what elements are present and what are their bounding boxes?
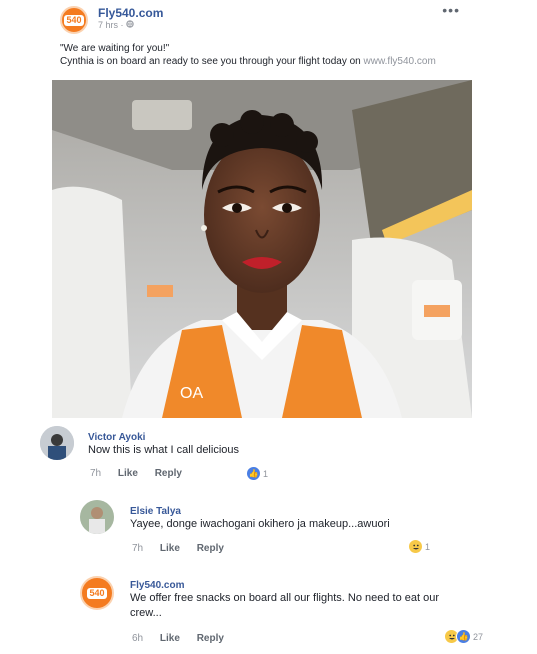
comment-bubble: Victor Ayoki Now this is what I call del… xyxy=(88,432,239,458)
like-button[interactable]: Like xyxy=(160,543,180,554)
reply-button[interactable]: Reply xyxy=(197,633,224,644)
post-link[interactable]: www.fly540.com xyxy=(364,56,436,67)
post-time[interactable]: 7 hrs xyxy=(98,20,118,30)
globe-icon xyxy=(126,20,134,30)
post-meta: 7 hrs · xyxy=(98,20,134,30)
like-button[interactable]: Like xyxy=(160,633,180,644)
reaction-summary[interactable]: 👍 1 xyxy=(246,466,268,481)
reaction-count: 1 xyxy=(263,468,269,479)
comment-bubble: Elsie Talya Yayee, donge iwachogani okih… xyxy=(130,506,390,532)
reaction-count: 1 xyxy=(425,541,431,552)
page-name[interactable]: Fly540.com xyxy=(98,6,163,20)
svg-text:OA: OA xyxy=(180,385,203,402)
like-button[interactable]: Like xyxy=(118,468,138,479)
fly540-logo-text: 540 xyxy=(64,14,84,26)
comment-time[interactable]: 7h xyxy=(90,468,101,479)
commenter-avatar[interactable] xyxy=(80,500,114,534)
commenter-name[interactable]: Fly540.com xyxy=(130,580,470,591)
comment-time[interactable]: 6h xyxy=(132,633,143,644)
commenter-name[interactable]: Elsie Talya xyxy=(130,506,390,517)
reaction-count: 27 xyxy=(473,631,484,642)
meta-separator: · xyxy=(120,20,124,30)
fly540-avatar[interactable]: 540 xyxy=(80,576,114,610)
reply-button[interactable]: Reply xyxy=(155,468,182,479)
like-reaction-icon: 👍 xyxy=(456,629,471,644)
reply-button[interactable]: Reply xyxy=(197,543,224,554)
post-body-text: Cynthia is on board an ready to see you … xyxy=(60,56,364,67)
comment-actions: 6h Like Reply xyxy=(132,633,238,644)
post-quote: "We are waiting for you!" xyxy=(60,43,170,54)
haha-reaction-icon xyxy=(408,539,423,554)
comment-bubble: Fly540.com We offer free snacks on board… xyxy=(130,580,470,621)
reaction-summary[interactable]: 1 xyxy=(408,539,430,554)
fly540-avatar[interactable]: 540 xyxy=(60,6,88,34)
post-text: "We are waiting for you!" Cynthia is on … xyxy=(60,42,470,68)
post-photo[interactable]: OA xyxy=(52,80,472,418)
more-options-button[interactable]: ••• xyxy=(442,2,460,18)
comment-text: Yayee, donge iwachogani okihero ja makeu… xyxy=(130,518,390,530)
comment-actions: 7h Like Reply xyxy=(132,543,238,554)
post-body: Cynthia is on board an ready to see you … xyxy=(60,55,470,68)
comment-actions: 7h Like Reply xyxy=(90,468,196,479)
reaction-summary[interactable]: 👍 27 xyxy=(444,629,483,644)
like-reaction-icon: 👍 xyxy=(246,466,261,481)
comment-text: Now this is what I call delicious xyxy=(88,444,240,456)
facebook-post: 540 Fly540.com 7 hrs · ••• "We are waiti… xyxy=(40,0,483,654)
fly540-logo-text: 540 xyxy=(87,587,107,599)
commenter-avatar[interactable] xyxy=(40,426,74,460)
post-photo-image: OA xyxy=(52,80,472,418)
comment-text: We offer free snacks on board all our fl… xyxy=(130,592,439,619)
commenter-name[interactable]: Victor Ayoki xyxy=(88,432,239,443)
comment-time[interactable]: 7h xyxy=(132,543,143,554)
